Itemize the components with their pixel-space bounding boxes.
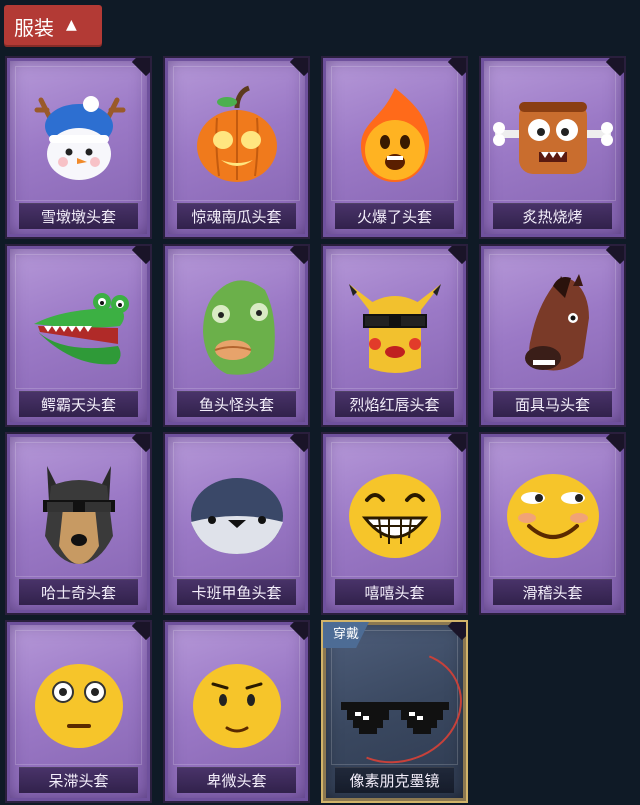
- grin-emoji-head-icon: [348, 474, 441, 558]
- horse-head-icon: [524, 274, 589, 371]
- costume-card[interactable]: 卡班甲鱼头套: [163, 432, 310, 615]
- costume-card[interactable]: 鱼头怪头套: [163, 244, 310, 427]
- costume-card[interactable]: 面具马头套: [479, 244, 626, 427]
- costume-card-equipped[interactable]: 穿戴 像素朋克墨镜: [321, 620, 468, 803]
- costume-name: 烈焰红唇头套: [335, 391, 454, 417]
- fireball-head-icon: [360, 88, 429, 182]
- costume-name: 卑微头套: [177, 767, 296, 793]
- costume-card[interactable]: 炙热烧烤: [479, 56, 626, 239]
- funny-emoji-head-icon: [506, 474, 599, 558]
- costume-name: 鱼头怪头套: [177, 391, 296, 417]
- husky-head-icon: [42, 466, 115, 564]
- pumpkin-head-icon: [196, 85, 277, 182]
- stunned-emoji-head-icon: [34, 664, 123, 748]
- costume-grid: 雪墩墩头套 惊魂南瓜头套 火爆了头套 炙热烧烤 鳄霸天头套 鱼头怪头套 烈焰红唇…: [5, 56, 626, 803]
- yellow-mask-sunglasses-icon: [348, 284, 441, 373]
- fish-head-icon: [202, 280, 275, 375]
- crocodile-head-icon: [33, 293, 129, 365]
- costume-name: 呆滞头套: [19, 767, 138, 793]
- costume-card[interactable]: 雪墩墩头套: [5, 56, 152, 239]
- costume-card[interactable]: 火爆了头套: [321, 56, 468, 239]
- equipped-badge: 穿戴: [323, 622, 369, 648]
- costume-name: 雪墩墩头套: [19, 203, 138, 229]
- category-title: 服装: [14, 15, 54, 40]
- costume-name: 嘻嘻头套: [335, 579, 454, 605]
- chevron-up-icon: ▲: [66, 17, 77, 33]
- costume-card[interactable]: 鳄霸天头套: [5, 244, 152, 427]
- costume-name: 像素朋克墨镜: [335, 767, 454, 793]
- costume-card[interactable]: 哈士奇头套: [5, 432, 152, 615]
- costume-card[interactable]: 惊魂南瓜头套: [163, 56, 310, 239]
- costume-name: 火爆了头套: [335, 203, 454, 229]
- costume-card[interactable]: 卑微头套: [163, 620, 310, 803]
- costume-name: 惊魂南瓜头套: [177, 203, 296, 229]
- costume-name: 滑稽头套: [493, 579, 612, 605]
- costume-name: 哈士奇头套: [19, 579, 138, 605]
- costume-card[interactable]: 嘻嘻头套: [321, 432, 468, 615]
- snowman-reindeer-hat-icon: [34, 96, 125, 180]
- costume-card[interactable]: 呆滞头套: [5, 620, 152, 803]
- humble-emoji-head-icon: [192, 664, 281, 748]
- costume-name: 面具马头套: [493, 391, 612, 417]
- turtle-head-icon: [190, 478, 283, 554]
- pixel-sunglasses-icon: [340, 702, 449, 734]
- costume-name: 卡班甲鱼头套: [177, 579, 296, 605]
- costume-name: 鳄霸天头套: [19, 391, 138, 417]
- costume-card[interactable]: 烈焰红唇头套: [321, 244, 468, 427]
- bbq-meat-head-icon: [492, 102, 613, 174]
- costume-category-tab[interactable]: 服装 ▲: [4, 5, 102, 47]
- costume-name: 炙热烧烤: [493, 203, 612, 229]
- costume-card[interactable]: 滑稽头套: [479, 432, 626, 615]
